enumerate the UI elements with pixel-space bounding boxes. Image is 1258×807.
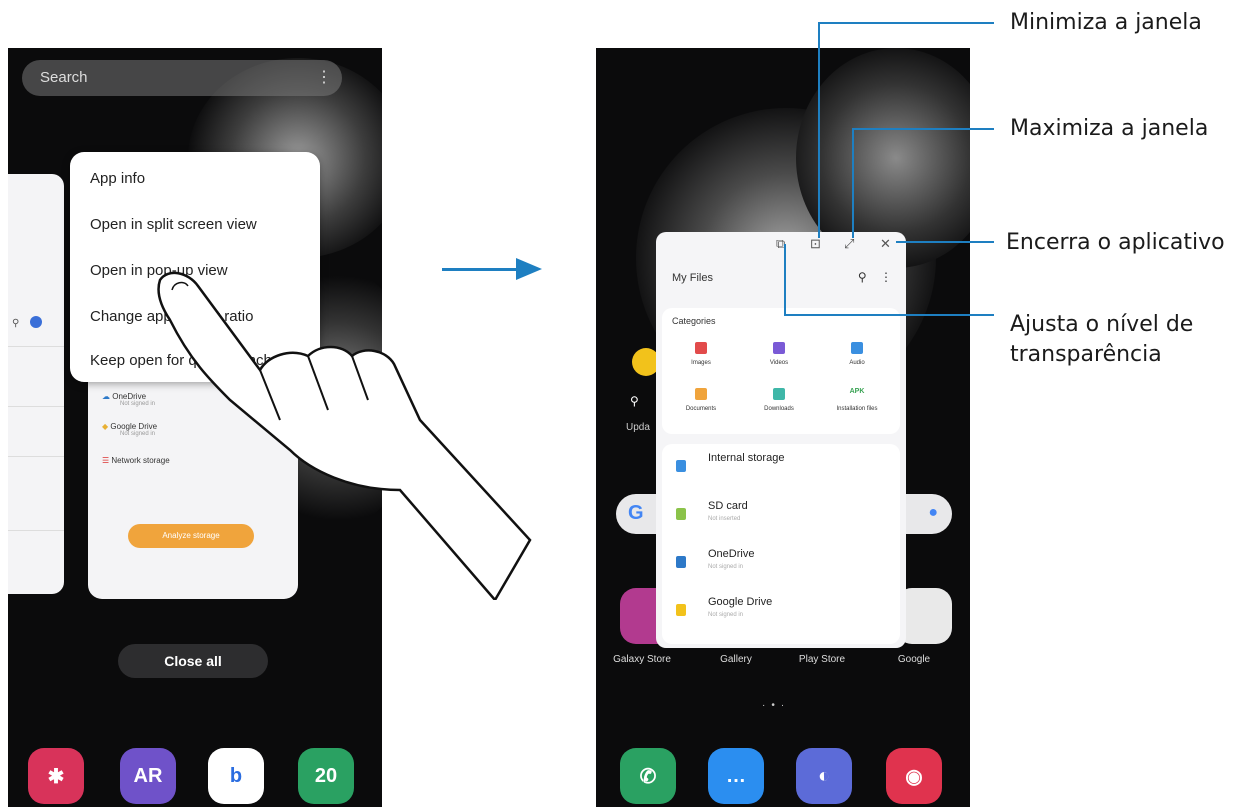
drive-icon: ◆ bbox=[102, 422, 109, 431]
search-bar[interactable]: Search ⋮ bbox=[22, 60, 342, 96]
images-icon bbox=[695, 342, 707, 354]
callout-close: Encerra o aplicativo bbox=[1006, 230, 1225, 255]
search-icon: ⚲ bbox=[12, 318, 20, 329]
home-screen: ⚲ Upda G ● Galaxy Store Gallery Play Sto… bbox=[596, 48, 970, 807]
storage-internal[interactable]: Internal storage bbox=[662, 444, 900, 492]
cloud-icon bbox=[676, 556, 686, 568]
popup-control-bar: ⧉ ⊡ ⤢ ✕ bbox=[656, 232, 906, 254]
videos-icon bbox=[773, 342, 785, 354]
bixby-vision-app-icon[interactable]: ✱ bbox=[28, 748, 84, 804]
mic-icon[interactable]: ● bbox=[928, 504, 938, 522]
weather-label: Upda bbox=[626, 422, 650, 433]
callout-line-transparency bbox=[784, 244, 786, 316]
search-icon[interactable]: ⚲ bbox=[858, 270, 867, 284]
account-icon bbox=[30, 316, 42, 328]
storage-sd-card[interactable]: SD card Not inserted bbox=[662, 492, 900, 540]
callout-line-maximize-h bbox=[852, 128, 994, 130]
network-icon: ☰ bbox=[102, 456, 110, 465]
ar-zone-app-icon[interactable]: AR bbox=[120, 748, 176, 804]
documents-icon bbox=[695, 388, 707, 400]
category-videos[interactable]: Videos bbox=[744, 342, 814, 366]
app-label-gallery: Gallery bbox=[720, 654, 752, 665]
categories-title: Categories bbox=[672, 316, 716, 326]
camera-app-icon[interactable]: ◉ bbox=[886, 748, 942, 804]
calendar-app-icon[interactable]: 20 bbox=[298, 748, 354, 804]
menu-item-app-info[interactable]: App info bbox=[90, 170, 145, 187]
divider bbox=[8, 346, 64, 347]
category-images[interactable]: Images bbox=[666, 342, 736, 366]
storage-list: Internal storage SD card Not inserted One… bbox=[662, 444, 900, 644]
recent-app-card[interactable]: ⚲ bbox=[8, 174, 64, 594]
callout-line-close bbox=[896, 241, 994, 243]
category-documents[interactable]: Documents bbox=[666, 388, 736, 412]
close-icon[interactable]: ✕ bbox=[880, 236, 891, 252]
popup-window[interactable]: ⧉ ⊡ ⤢ ✕ My Files ⚲ ⋮ Categories Images V… bbox=[656, 232, 906, 648]
list-item[interactable]: ☁ OneDrive Not signed in bbox=[102, 392, 155, 407]
cloud-icon: ☁ bbox=[102, 392, 110, 401]
callout-line-minimize-h bbox=[818, 22, 994, 24]
hand-gesture-illustration bbox=[157, 271, 532, 600]
more-options-icon[interactable]: ⋮ bbox=[880, 270, 892, 284]
app-label-google: Google bbox=[897, 654, 931, 665]
more-options-icon[interactable]: ⋮ bbox=[316, 60, 332, 96]
phone-app-icon[interactable]: ✆ bbox=[620, 748, 676, 804]
drive-icon bbox=[676, 604, 686, 616]
popup-actions: ⚲ ⋮ bbox=[858, 270, 892, 284]
callout-maximize: Maximiza a janela bbox=[1010, 116, 1209, 141]
category-installation-files[interactable]: APK Installation files bbox=[822, 388, 892, 412]
close-all-button[interactable]: Close all bbox=[118, 644, 268, 678]
phone-storage-icon bbox=[676, 460, 686, 472]
search-placeholder: Search bbox=[40, 69, 88, 86]
apk-icon: APK bbox=[849, 388, 865, 395]
popup-title: My Files bbox=[672, 272, 713, 284]
callout-transparency-line2: transparência bbox=[1010, 342, 1162, 367]
divider bbox=[8, 456, 64, 457]
divider bbox=[8, 530, 64, 531]
app-label-play-store: Play Store bbox=[798, 654, 846, 665]
menu-item-split-screen[interactable]: Open in split screen view bbox=[90, 216, 257, 233]
list-item[interactable]: ◆ Google Drive Not signed in bbox=[102, 422, 157, 437]
bixby-app-icon[interactable]: b bbox=[208, 748, 264, 804]
callout-transparency-line1: Ajusta o nível de bbox=[1010, 312, 1194, 337]
divider bbox=[8, 406, 64, 407]
download-icon bbox=[773, 388, 785, 400]
category-downloads[interactable]: Downloads bbox=[744, 388, 814, 412]
maximize-icon[interactable]: ⤢ bbox=[844, 236, 854, 252]
callout-line-maximize bbox=[852, 128, 854, 238]
category-audio[interactable]: Audio bbox=[822, 342, 892, 366]
messages-app-icon[interactable]: … bbox=[708, 748, 764, 804]
app-label-galaxy-store: Galaxy Store bbox=[613, 654, 671, 665]
minimize-icon[interactable]: ⊡ bbox=[810, 236, 821, 252]
location-pin-icon: ⚲ bbox=[630, 394, 639, 408]
internet-app-icon[interactable]: ◐ bbox=[796, 748, 852, 804]
storage-onedrive[interactable]: OneDrive Not signed in bbox=[662, 540, 900, 588]
callout-line-transparency-h bbox=[784, 314, 994, 316]
categories-card: Categories Images Videos Audio Documents… bbox=[662, 308, 900, 434]
transition-arrow bbox=[442, 268, 520, 271]
arrow-head-icon bbox=[516, 258, 542, 280]
callout-line-minimize bbox=[818, 22, 820, 238]
storage-google-drive[interactable]: Google Drive Not signed in bbox=[662, 588, 900, 636]
page-indicator: ·•· bbox=[762, 700, 791, 711]
google-g-icon: G bbox=[628, 502, 644, 524]
callout-minimize: Minimiza a janela bbox=[1010, 10, 1202, 35]
audio-icon bbox=[851, 342, 863, 354]
sd-card-icon bbox=[676, 508, 686, 520]
